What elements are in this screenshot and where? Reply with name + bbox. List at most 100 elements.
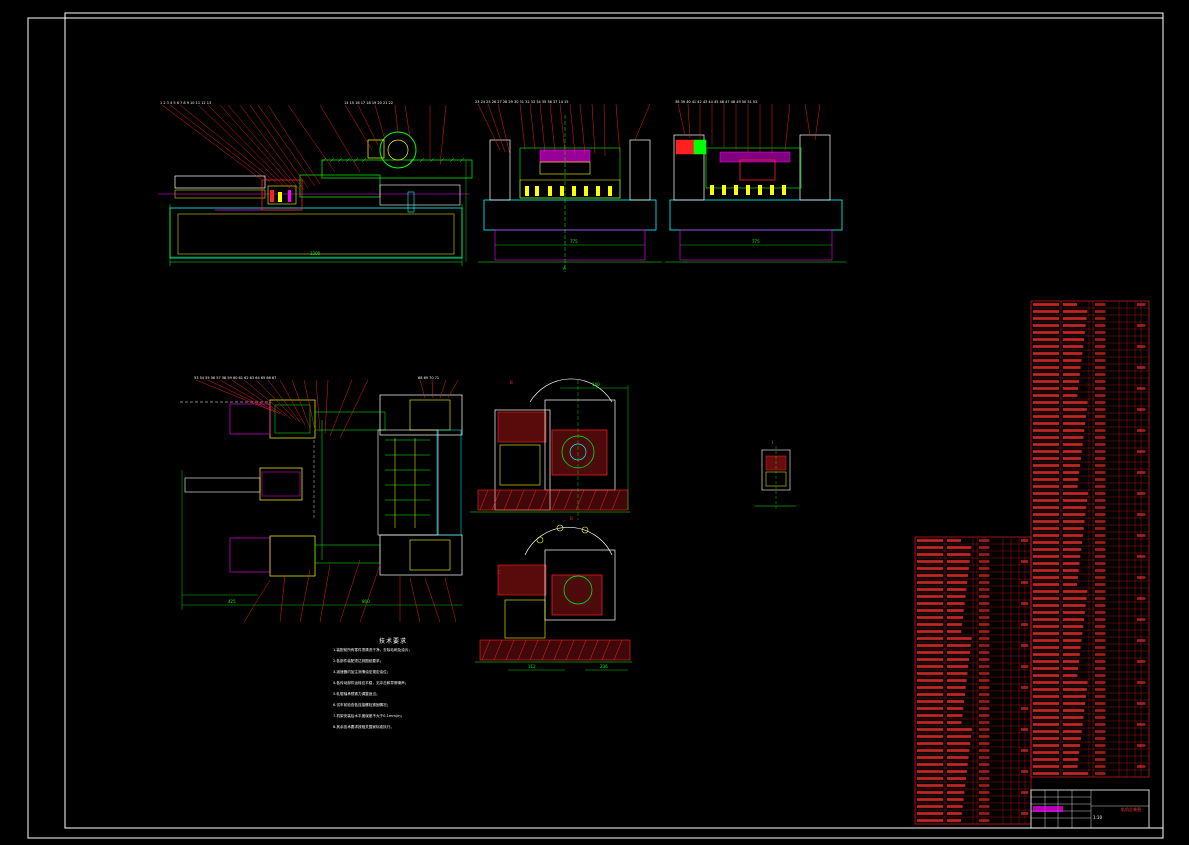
plan-view: 425 800 53 54 55 56 57 58 59 60 61 62 63… xyxy=(180,376,463,623)
parts-material-mark xyxy=(979,798,990,801)
parts-material-mark xyxy=(1095,478,1106,481)
parts-code-mark xyxy=(917,770,943,773)
parts-name-mark xyxy=(1063,450,1082,453)
parts-name-mark xyxy=(947,595,966,598)
parts-code-mark xyxy=(1033,660,1059,663)
parts-name-mark xyxy=(1063,681,1088,684)
detail-label: I xyxy=(772,440,773,445)
parts-material-mark xyxy=(979,735,990,738)
parts-material-mark xyxy=(1095,688,1106,691)
parts-material-mark xyxy=(1095,597,1106,600)
parts-name-mark xyxy=(1063,422,1086,425)
parts-material-mark xyxy=(1095,429,1106,432)
parts-name-mark xyxy=(947,756,969,759)
parts-name-mark xyxy=(947,630,962,633)
parts-name-mark xyxy=(1063,541,1083,544)
drawing-name: 轧机总装图 xyxy=(1121,807,1141,812)
parts-material-mark xyxy=(1095,569,1106,572)
parts-name-mark xyxy=(947,623,963,626)
parts-code-mark xyxy=(1033,478,1059,481)
parts-name-mark xyxy=(947,567,969,570)
parts-material-mark xyxy=(1095,723,1106,726)
parts-code-mark xyxy=(917,679,943,682)
parts-material-mark xyxy=(1095,450,1106,453)
parts-material-mark xyxy=(1095,527,1106,530)
parts-material-mark xyxy=(1095,380,1106,383)
parts-code-mark xyxy=(1033,730,1059,733)
parts-note-mark xyxy=(1021,686,1029,689)
parts-code-mark xyxy=(1033,331,1059,334)
technical-notes: 技术要求 1.装配前所有零件须清洗干净，去除毛刺及油污； 2.各部件装配须达到图… xyxy=(333,636,453,733)
parts-code-mark xyxy=(1033,639,1059,642)
parts-material-mark xyxy=(979,784,990,787)
parts-code-mark xyxy=(1033,527,1059,530)
parts-material-mark xyxy=(979,602,990,605)
parts-material-mark xyxy=(1095,548,1106,551)
section-mark-mid: B xyxy=(570,516,573,521)
parts-note-mark xyxy=(1021,539,1029,542)
cad-drawing-sheet: 1 2 3 4 5 6 7 8 9 10 11 12 13 14 15 16 1… xyxy=(0,0,1189,841)
parts-note-mark xyxy=(1021,749,1029,752)
parts-code-mark xyxy=(917,777,943,780)
parts-name-mark xyxy=(1063,716,1084,719)
parts-name-mark xyxy=(1063,618,1084,621)
note-line: 8.其余技术要求按相关国家标准执行。 xyxy=(333,725,394,729)
parts-code-mark xyxy=(1033,352,1059,355)
parts-code-mark xyxy=(1033,576,1059,579)
drawing-canvas: 1 2 3 4 5 6 7 8 9 10 11 12 13 14 15 16 1… xyxy=(27,12,1164,839)
parts-material-mark xyxy=(979,679,990,682)
parts-code-mark xyxy=(1033,716,1059,719)
parts-code-mark xyxy=(1033,541,1059,544)
parts-material-mark xyxy=(1095,324,1106,327)
parts-code-mark xyxy=(917,637,943,640)
parts-code-mark xyxy=(1033,681,1059,684)
parts-material-mark xyxy=(1095,555,1106,558)
svg-text:53 54 55 56 57 58 59 60 61 62: 53 54 55 56 57 58 59 60 61 62 63 64 65 6… xyxy=(194,376,276,380)
parts-material-mark xyxy=(1095,681,1106,684)
parts-material-mark xyxy=(979,546,990,549)
parts-name-mark xyxy=(947,770,967,773)
parts-code-mark xyxy=(1033,604,1059,607)
parts-code-mark xyxy=(917,721,943,724)
parts-note-mark xyxy=(1137,324,1146,327)
parts-material-mark xyxy=(979,693,990,696)
parts-name-mark xyxy=(947,665,969,668)
dim-plan-left: 425 xyxy=(228,599,236,604)
title-block-text: 轧机总装图 1:10 xyxy=(1031,790,1149,828)
parts-note-mark xyxy=(1021,623,1029,626)
parts-name-mark xyxy=(1063,506,1087,509)
parts-material-mark xyxy=(979,749,990,752)
side-view-2: 38 39 40 41 42 43 44 45 46 47 48 49 50 5… xyxy=(665,100,846,263)
parts-name-mark xyxy=(1063,492,1088,495)
parts-code-mark xyxy=(1033,737,1059,740)
note-line: 4.各传动部件运转应平稳，无冲击和异常噪声； xyxy=(333,681,409,685)
parts-list-left xyxy=(914,536,1032,825)
parts-material-mark xyxy=(1095,562,1106,565)
parts-material-mark xyxy=(1095,709,1106,712)
parts-code-mark xyxy=(1033,653,1059,656)
parts-material-mark xyxy=(979,812,990,815)
dim-plan-mid: 800 xyxy=(362,599,370,604)
parts-name-mark xyxy=(1063,464,1081,467)
parts-material-mark xyxy=(1095,611,1106,614)
parts-name-mark xyxy=(1063,331,1085,334)
parts-material-mark xyxy=(1095,310,1106,313)
parts-material-mark xyxy=(979,819,990,822)
parts-material-mark xyxy=(1095,590,1106,593)
parts-name-mark xyxy=(947,742,971,745)
svg-text:1 2 3 4 5 6 7 8 9 10 11 1: 1 2 3 4 5 6 7 8 9 10 11 12 13 xyxy=(160,101,211,105)
parts-note-mark xyxy=(1021,770,1029,773)
parts-code-mark xyxy=(917,700,943,703)
parts-note-mark xyxy=(1137,765,1146,768)
parts-code-mark xyxy=(1033,667,1059,670)
parts-material-mark xyxy=(1095,520,1106,523)
parts-code-mark xyxy=(1033,772,1059,775)
parts-note-mark xyxy=(1137,345,1146,348)
parts-code-mark xyxy=(917,651,943,654)
parts-name-mark xyxy=(947,546,972,549)
parts-name-mark xyxy=(1063,317,1087,320)
parts-material-mark xyxy=(1095,352,1106,355)
parts-name-mark xyxy=(1063,485,1078,488)
parts-material-mark xyxy=(1095,772,1106,775)
parts-code-mark xyxy=(1033,744,1059,747)
